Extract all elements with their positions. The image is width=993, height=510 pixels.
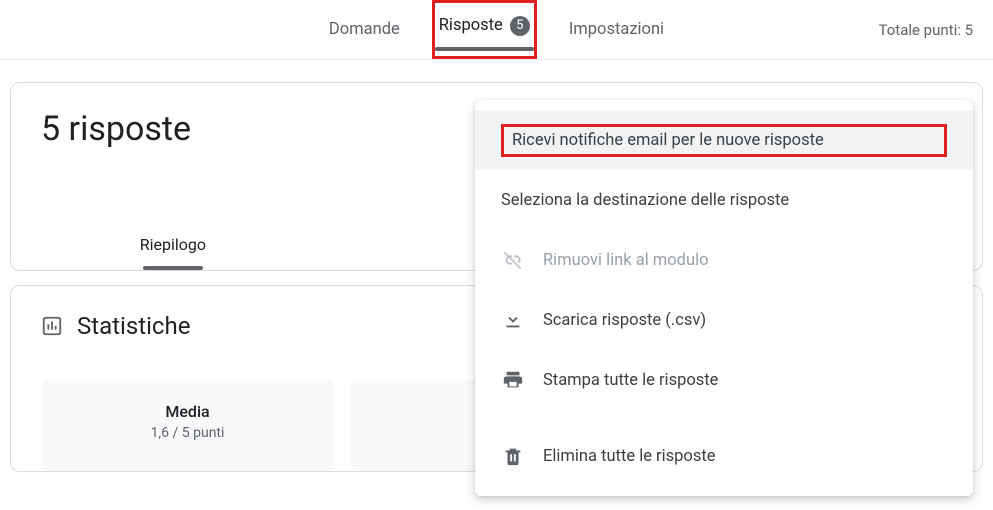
top-tab-bar: Domande Risposte 5 Impostazioni Totale p… <box>0 0 993 60</box>
menu-item-print-all[interactable]: Stampa tutte le risposte <box>475 350 973 410</box>
responses-count-badge: 5 <box>510 16 530 36</box>
tab-responses[interactable]: Risposte 5 <box>432 0 537 59</box>
menu-item-print-all-label: Stampa tutte le risposte <box>543 371 947 390</box>
stat-media-label: Media <box>41 402 334 421</box>
stat-box-media: Media 1,6 / 5 punti <box>41 380 334 471</box>
menu-item-delete-all[interactable]: Elimina tutte le risposte <box>475 426 973 486</box>
tab-questions-label: Domande <box>329 20 400 39</box>
subtab-summary[interactable]: Riepilogo <box>11 227 335 270</box>
menu-item-email-notifications[interactable]: Ricevi notifiche email per le nuove risp… <box>475 110 973 170</box>
print-icon <box>501 368 525 392</box>
stats-heading: Statistiche <box>77 312 190 340</box>
menu-item-select-destination[interactable]: Seleziona la destinazione delle risposte <box>475 170 973 230</box>
tab-questions[interactable]: Domande <box>325 0 404 59</box>
menu-item-delete-all-label: Elimina tutte le risposte <box>543 447 947 466</box>
tab-settings[interactable]: Impostazioni <box>565 0 668 59</box>
menu-item-download-csv-label: Scarica risposte (.csv) <box>543 311 947 330</box>
trash-icon <box>501 444 525 468</box>
responses-options-menu: Ricevi notifiche email per le nuove risp… <box>475 100 973 496</box>
menu-item-remove-link-label: Rimuovi link al modulo <box>543 251 947 270</box>
tab-responses-label: Risposte <box>439 16 503 35</box>
menu-item-download-csv[interactable]: Scarica risposte (.csv) <box>475 290 973 350</box>
main-tabs: Domande Risposte 5 Impostazioni <box>325 0 668 59</box>
stat-media-value: 1,6 / 5 punti <box>41 425 334 441</box>
menu-item-remove-link: Rimuovi link al modulo <box>475 230 973 290</box>
menu-item-email-notifications-label: Ricevi notifiche email per le nuove risp… <box>501 124 947 157</box>
total-points-label: Totale punti: 5 <box>879 0 973 59</box>
bar-chart-icon <box>41 315 63 337</box>
tab-settings-label: Impostazioni <box>569 20 664 39</box>
subtab-summary-label: Riepilogo <box>140 235 206 254</box>
menu-item-select-destination-label: Seleziona la destinazione delle risposte <box>501 191 947 210</box>
download-icon <box>501 308 525 332</box>
link-off-icon <box>501 248 525 272</box>
